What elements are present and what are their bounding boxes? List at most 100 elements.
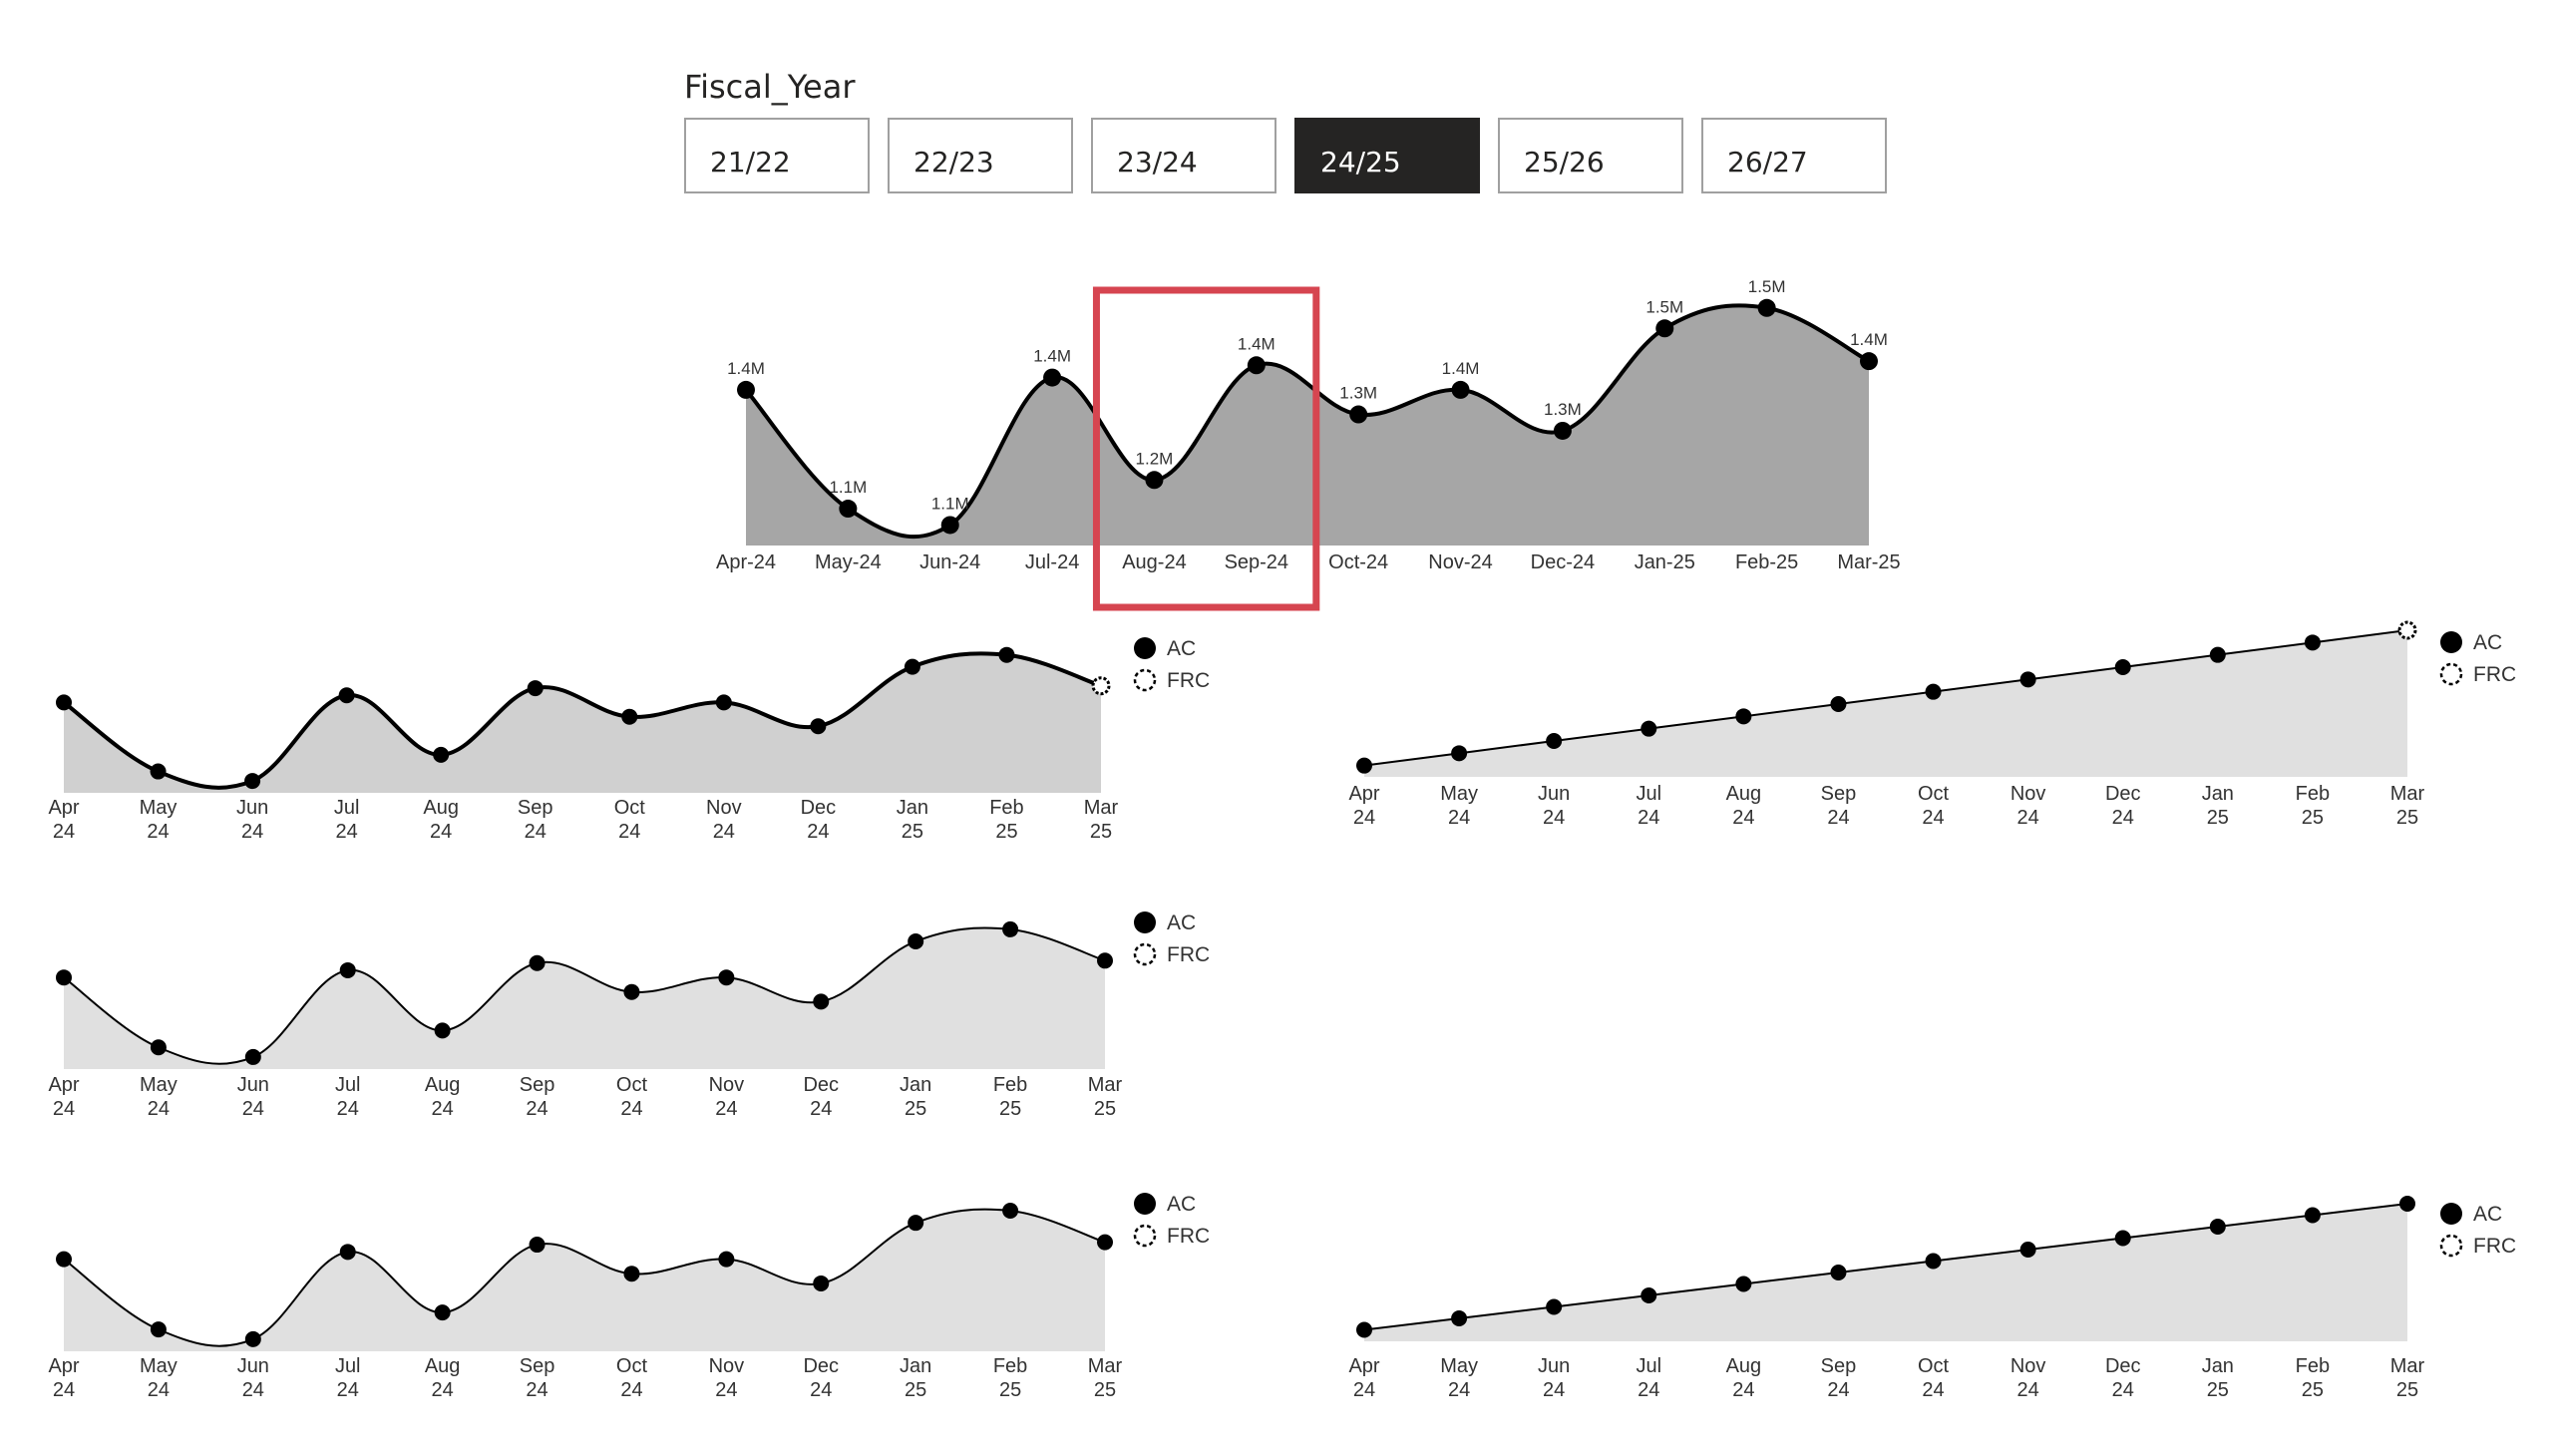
x-tick-label: Nov-24 [1428, 551, 1492, 573]
data-point [623, 1266, 640, 1282]
x-tick-label-year: 25 [1094, 1098, 1116, 1120]
data-point [2209, 1219, 2226, 1235]
legend-frc-label: FRC [1167, 1225, 1210, 1248]
x-tick-label-year: 24 [618, 821, 640, 843]
x-tick-label: Feb [993, 1074, 1027, 1096]
data-point [56, 1251, 72, 1268]
data-point [244, 1330, 261, 1347]
x-tick-label: Feb [2296, 783, 2330, 805]
x-tick-label-year: 25 [1094, 1379, 1116, 1401]
x-tick-label-year: 24 [53, 1098, 75, 1120]
x-tick-label: Jul [1636, 783, 1661, 805]
data-point [529, 954, 546, 971]
x-tick-label-year: 24 [2112, 1379, 2134, 1401]
chart-area [1364, 630, 2407, 777]
data-point [339, 1244, 356, 1261]
x-tick-label-year: 25 [2396, 1379, 2418, 1401]
data-point [813, 1274, 830, 1291]
data-point [1546, 1298, 1563, 1315]
x-tick-label: Sep [1821, 1355, 1857, 1377]
x-tick-label: Nov [2010, 1355, 2046, 1377]
x-tick-label: Feb [989, 797, 1023, 819]
data-point [1655, 319, 1674, 338]
x-tick-label-year: 24 [620, 1379, 642, 1401]
data-point [434, 1022, 451, 1039]
x-tick-label-year: 25 [2207, 807, 2229, 829]
x-tick-label: Apr [1348, 1355, 1379, 1377]
data-point [2019, 1242, 2036, 1258]
charts-canvas: 1.4M Apr-24 1.1M May-24 1.1M Jun-24 1.4M Jul-24… [48, 277, 2516, 1401]
data-point [810, 718, 827, 735]
data-point [339, 961, 356, 978]
x-tick-label: Jul [335, 1074, 361, 1096]
chart-5: Apr24May24Jun24Jul24Aug24Sep24Oct24Nov24… [1348, 620, 2516, 829]
x-tick-label: Feb-25 [1735, 551, 1798, 573]
chart-2: Apr24May24Jun24Jul24Aug24Sep24Oct24Nov24… [48, 637, 1210, 843]
x-tick-label: Dec-24 [1531, 551, 1595, 573]
x-tick-label: Sep [520, 1074, 555, 1096]
x-tick-label-year: 24 [148, 1098, 170, 1120]
x-tick-label: Mar [2390, 783, 2425, 805]
data-point [2019, 671, 2036, 688]
chart-area [64, 653, 1101, 793]
legend-frc-marker [1133, 668, 1157, 692]
data-point [1349, 405, 1368, 424]
data-label: 1.3M [1339, 384, 1377, 403]
x-tick-label: Dec [801, 797, 837, 819]
x-tick-label: May [140, 797, 178, 819]
data-point [2397, 620, 2417, 640]
x-tick-label-year: 25 [2302, 807, 2324, 829]
data-point [839, 500, 858, 519]
data-point [338, 687, 355, 704]
x-tick-label-year: 24 [242, 1379, 264, 1401]
chart-area [746, 305, 1869, 546]
data-point [2304, 634, 2321, 651]
data-point [1925, 1253, 1942, 1270]
data-label: 1.1M [829, 478, 867, 497]
x-tick-label-year: 24 [53, 1379, 75, 1401]
data-label: 1.4M [1442, 359, 1480, 378]
data-point [1356, 757, 1372, 774]
data-point [904, 658, 920, 675]
data-point [1735, 1275, 1752, 1292]
x-tick-label-year: 24 [1638, 807, 1659, 829]
x-tick-label: Aug [1726, 783, 1762, 805]
data-point [1451, 745, 1468, 762]
data-point [1860, 352, 1878, 371]
data-point [1546, 733, 1563, 749]
x-tick-label-year: 24 [807, 821, 829, 843]
legend-frc-marker [1133, 1224, 1157, 1248]
x-tick-label: Jan [900, 1355, 931, 1377]
x-tick-label: Mar-25 [1837, 551, 1900, 573]
legend-ac-marker [1134, 1193, 1156, 1215]
x-tick-label-year: 24 [1922, 807, 1944, 829]
chart-1: 1.4M Apr-24 1.1M May-24 1.1M Jun-24 1.4M Jul-24… [716, 277, 1901, 611]
data-label: 1.4M [1850, 330, 1888, 349]
legend-ac-label: AC [1167, 1193, 1196, 1216]
x-tick-label: Dec [2105, 783, 2141, 805]
x-tick-label: Jun-24 [919, 551, 980, 573]
data-point [2114, 1230, 2131, 1247]
x-tick-label: Apr-24 [716, 551, 776, 573]
x-tick-label-year: 24 [2112, 807, 2134, 829]
data-point [2399, 1196, 2415, 1212]
x-tick-label: Jan [897, 797, 928, 819]
x-tick-label-year: 25 [2396, 807, 2418, 829]
x-tick-label: Jul-24 [1025, 551, 1079, 573]
data-point [908, 932, 924, 949]
data-point [1925, 683, 1942, 700]
legend-ac-label: AC [2473, 1203, 2502, 1226]
data-label: 1.5M [1748, 277, 1786, 296]
x-tick-label: Sep [1821, 783, 1857, 805]
x-tick-label: May [1440, 1355, 1478, 1377]
x-tick-label: Jan [2202, 783, 2234, 805]
x-tick-label-year: 24 [432, 1379, 454, 1401]
data-label: 1.2M [1136, 449, 1174, 468]
data-point [940, 516, 959, 535]
data-point [56, 969, 72, 986]
legend-ac-marker [1134, 637, 1156, 659]
x-tick-label: Sep [518, 797, 553, 819]
x-tick-label-year: 24 [810, 1379, 832, 1401]
data-point [1451, 380, 1470, 399]
x-tick-label: Nov [709, 1074, 745, 1096]
